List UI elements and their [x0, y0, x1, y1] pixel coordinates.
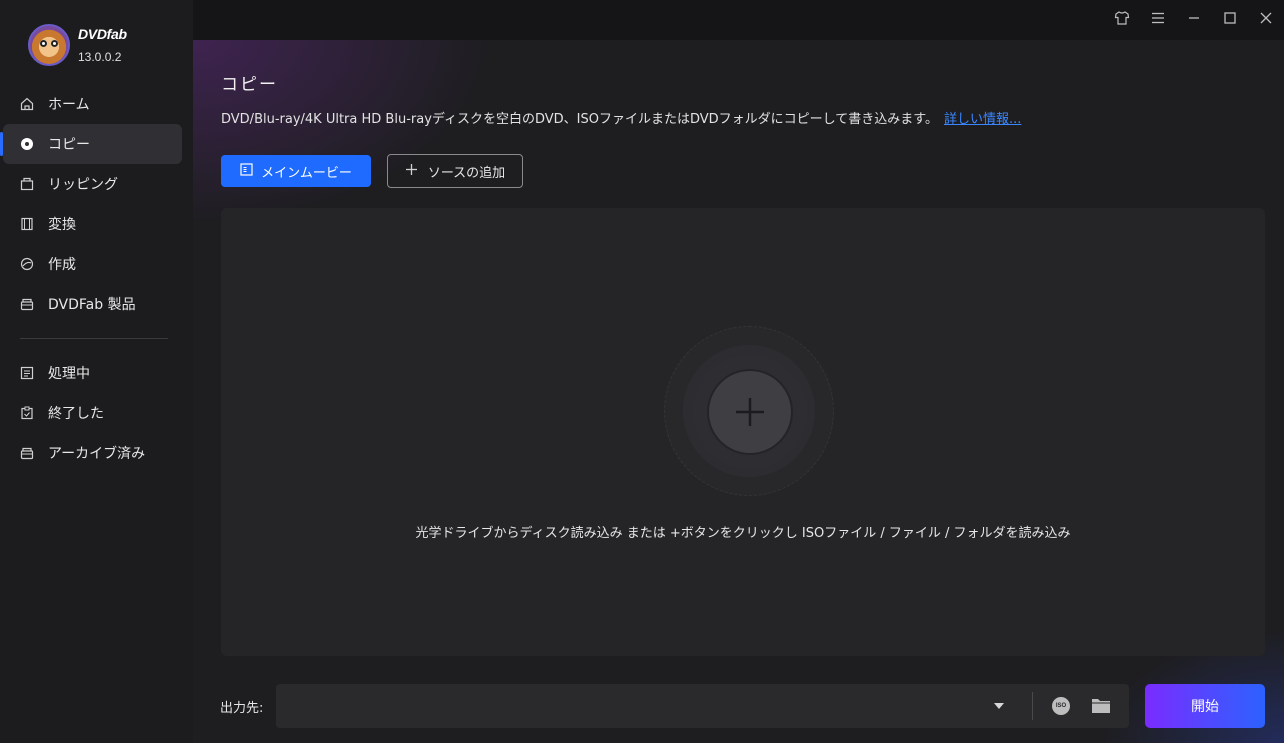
add-source-label: ソースの追加 — [427, 165, 506, 181]
main-movie-mode-button[interactable]: メインムービー — [221, 155, 371, 187]
sidebar-divider — [20, 338, 168, 339]
sidebar-item-label: リッピング — [48, 177, 118, 193]
iso-output-button[interactable]: ISO — [1052, 697, 1070, 715]
sidebar-item-processing[interactable]: 処理中 — [0, 353, 193, 393]
more-info-link[interactable]: 詳しい情報... — [944, 112, 1021, 127]
sidebar-item-finished[interactable]: 終了した — [0, 393, 193, 433]
sidebar-item-label: 変換 — [48, 217, 76, 233]
close-icon[interactable] — [1248, 0, 1284, 36]
add-source-button[interactable]: ソースの追加 — [387, 154, 523, 188]
sidebar-nav: ホーム コピー リッピング 変換 作成 DVDFab 製品 処理中 終了した ア… — [0, 84, 193, 473]
create-icon — [20, 257, 34, 271]
sidebar-item-home[interactable]: ホーム — [0, 84, 193, 124]
brand-name: DVDfab — [78, 26, 127, 42]
clipboard-icon — [20, 406, 34, 420]
sidebar: DVDfab 13.0.0.2 ホーム コピー リッピング 変換 作成 DVDF… — [0, 0, 193, 743]
app-window: DVDfab 13.0.0.2 ホーム コピー リッピング 変換 作成 DVDF… — [0, 0, 1284, 743]
app-version: 13.0.0.2 — [78, 50, 122, 64]
output-divider — [1032, 692, 1033, 720]
mode-icon — [240, 162, 253, 180]
chevron-down-icon[interactable] — [994, 703, 1004, 709]
sidebar-item-label: 処理中 — [48, 366, 90, 382]
sidebar-item-label: DVDFab 製品 — [48, 297, 136, 313]
description-text: DVD/Blu-ray/4K Ultra HD Blu-rayディスクを空白のD… — [221, 112, 938, 127]
main-panel: コピー DVD/Blu-ray/4K Ultra HD Blu-rayディスクを… — [193, 40, 1284, 743]
shirt-icon[interactable] — [1104, 0, 1140, 36]
sidebar-item-create[interactable]: 作成 — [0, 244, 193, 284]
add-source-plus-button[interactable] — [709, 371, 791, 453]
mode-label: メインムービー — [261, 165, 352, 181]
film-icon — [20, 217, 34, 231]
sidebar-item-label: 作成 — [48, 257, 76, 273]
rip-icon — [20, 177, 34, 191]
sidebar-item-convert[interactable]: 変換 — [0, 204, 193, 244]
sidebar-item-ripping[interactable]: リッピング — [0, 164, 193, 204]
sidebar-item-label: ホーム — [48, 97, 90, 113]
drop-hint-text: 光学ドライブからディスク読み込み または +ボタンをクリックし ISOファイル … — [415, 526, 1071, 541]
window-controls — [1104, 0, 1284, 36]
add-source-ring — [664, 326, 834, 496]
menu-icon[interactable] — [1140, 0, 1176, 36]
page-title: コピー — [221, 75, 278, 95]
sidebar-item-archived[interactable]: アーカイブ済み — [0, 433, 193, 473]
plus-icon — [736, 398, 764, 426]
output-label: 出力先: — [220, 701, 264, 716]
queue-icon — [20, 366, 34, 380]
brand: DVDfab 13.0.0.2 — [28, 24, 127, 66]
plus-icon — [405, 163, 418, 180]
start-button[interactable]: 開始 — [1145, 684, 1265, 728]
app-logo — [28, 24, 70, 66]
maximize-icon[interactable] — [1212, 0, 1248, 36]
home-icon — [20, 97, 34, 111]
sidebar-item-products[interactable]: DVDFab 製品 — [0, 284, 193, 324]
folder-icon[interactable] — [1091, 697, 1111, 714]
title-bar — [193, 0, 1284, 40]
box-icon — [20, 297, 34, 311]
minimize-icon[interactable] — [1176, 0, 1212, 36]
page-description: DVD/Blu-ray/4K Ultra HD Blu-rayディスクを空白のD… — [221, 108, 1021, 127]
sidebar-item-copy[interactable]: コピー — [0, 124, 182, 164]
source-drop-zone[interactable]: 光学ドライブからディスク読み込み または +ボタンをクリックし ISOファイル … — [221, 208, 1265, 656]
output-path-select[interactable]: ISO — [276, 684, 1129, 728]
archive-icon — [20, 446, 34, 460]
sidebar-item-label: コピー — [48, 137, 90, 153]
sidebar-item-label: 終了した — [48, 406, 104, 422]
sidebar-item-label: アーカイブ済み — [48, 446, 146, 462]
disc-icon — [20, 137, 34, 151]
